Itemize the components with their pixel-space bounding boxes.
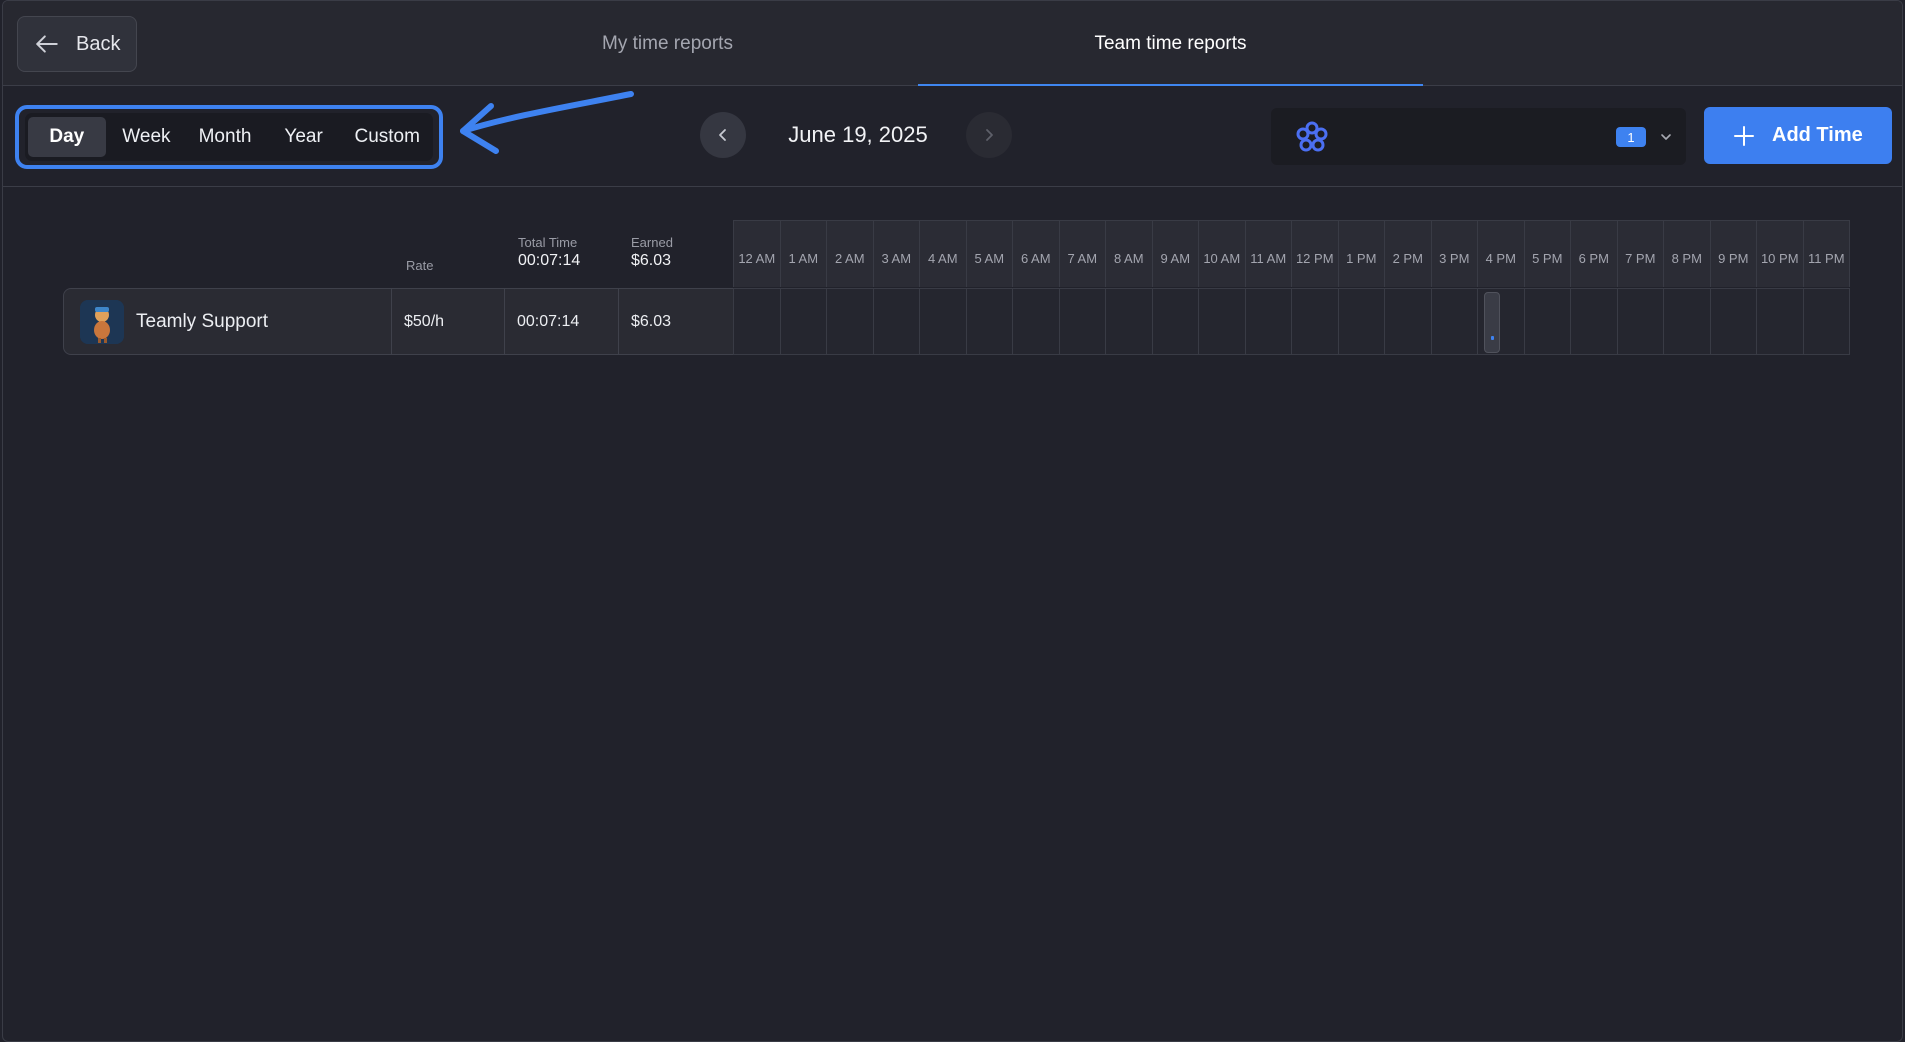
chevron-left-icon [719, 129, 726, 141]
period-year-button[interactable]: Year [263, 117, 345, 157]
timeline-slot[interactable] [1385, 289, 1432, 354]
hour-label: 5 PM [1525, 221, 1571, 287]
timeline-slot[interactable] [1804, 289, 1850, 354]
timeline-slot[interactable] [1246, 289, 1292, 354]
back-button-label: Back [76, 32, 121, 55]
timeline-slot[interactable] [734, 289, 781, 354]
hour-label: 12 AM [734, 221, 781, 287]
next-date-button[interactable] [966, 112, 1012, 158]
timeline-slot[interactable] [781, 289, 827, 354]
timeline-slot[interactable] [1013, 289, 1060, 354]
report-toolbar: Day Week Month Year Custom June 19, 2025 [3, 86, 1902, 187]
row-timeline [733, 288, 1850, 355]
hour-label: 7 PM [1618, 221, 1664, 287]
timeline-slot[interactable] [1432, 289, 1478, 354]
hour-label: 3 PM [1432, 221, 1478, 287]
selected-count-badge: 1 [1616, 127, 1646, 147]
current-date: June 19, 2025 [788, 122, 928, 147]
hour-label: 10 PM [1757, 221, 1804, 287]
top-navigation: Back My time reports Team time reports [3, 1, 1902, 87]
timeline-slot[interactable] [874, 289, 920, 354]
chevron-down-icon [1661, 134, 1671, 140]
total-time-header-value: 00:07:14 [518, 252, 581, 269]
hour-label: 1 AM [781, 221, 827, 287]
rate-header: Rate [406, 258, 434, 273]
timeline-slot[interactable] [1478, 289, 1525, 354]
period-month-button[interactable]: Month [187, 117, 263, 157]
annotation-arrow-icon [460, 91, 634, 154]
flower-logo-icon [1296, 121, 1328, 152]
arrow-left-icon [36, 35, 58, 53]
hour-label: 2 PM [1385, 221, 1432, 287]
hour-label: 1 PM [1339, 221, 1385, 287]
hour-label: 4 PM [1478, 221, 1525, 287]
app-window: Back My time reports Team time reports D… [2, 0, 1903, 1042]
tab-team-time-reports[interactable]: Team time reports [918, 1, 1423, 87]
member-name-cell: Teamly Support [64, 289, 392, 354]
timeline-slot[interactable] [1106, 289, 1153, 354]
timeline-slot[interactable] [1339, 289, 1385, 354]
timeline-slot[interactable] [1757, 289, 1804, 354]
previous-date-button[interactable] [700, 112, 746, 158]
timeline-slot[interactable] [1199, 289, 1246, 354]
member-name: Teamly Support [136, 310, 269, 332]
hour-label: 7 AM [1060, 221, 1106, 287]
time-entry-bar[interactable] [1484, 292, 1500, 353]
hour-label: 2 AM [827, 221, 874, 287]
earned-header-label: Earned [631, 235, 673, 250]
add-time-label: Add Time [1772, 124, 1863, 146]
hour-label: 6 PM [1571, 221, 1618, 287]
tab-my-time-reports[interactable]: My time reports [416, 1, 919, 86]
timeline-slot[interactable] [967, 289, 1013, 354]
row-info: Teamly Support $50/h 00:07:14 $6.03 [63, 288, 734, 355]
team-select-dropdown[interactable]: 1 [1271, 108, 1686, 165]
timeline-hour-header: 12 AM 1 AM 2 AM 3 AM 4 AM 5 AM 6 AM 7 AM 8 AM 9 A… [733, 220, 1850, 287]
total-time-header: Total Time 00:07:14 [518, 235, 580, 270]
timeline-slot[interactable] [827, 289, 874, 354]
hour-label: 11 PM [1807, 250, 1845, 266]
table-row[interactable]: Teamly Support $50/h 00:07:14 $6.03 [63, 288, 1850, 355]
timeline-slot[interactable] [1664, 289, 1711, 354]
hour-label: 4 AM [920, 221, 967, 287]
earned-cell: $6.03 [631, 312, 672, 330]
hour-label: 9 PM [1711, 221, 1757, 287]
timeline-slot[interactable] [1292, 289, 1339, 354]
hour-label: 5 AM [967, 221, 1013, 287]
period-selector: Day Week Month Year Custom [25, 113, 433, 161]
hour-label: 11 AM [1246, 221, 1292, 287]
timeline-slot[interactable] [1618, 289, 1664, 354]
timeline-slot[interactable] [1153, 289, 1199, 354]
timeline-slot[interactable] [1525, 289, 1571, 354]
hour-label: 8 PM [1664, 221, 1711, 287]
period-day-button[interactable]: Day [28, 117, 106, 157]
total-time-cell: 00:07:14 [505, 289, 619, 354]
timeline-slot[interactable] [1711, 289, 1757, 354]
hour-label: 12 PM [1292, 221, 1339, 287]
earned-header: Earned $6.03 [631, 235, 673, 270]
timeline-slot[interactable] [1571, 289, 1618, 354]
hour-label: 10 AM [1199, 221, 1246, 287]
total-time-header-label: Total Time [518, 235, 578, 250]
hour-label: 6 AM [1013, 221, 1060, 287]
hour-label: 9 AM [1153, 221, 1199, 287]
hour-label: 8 AM [1106, 221, 1153, 287]
timeline-slot[interactable] [920, 289, 967, 354]
hour-label: 3 AM [874, 221, 920, 287]
mascot-avatar-icon [80, 299, 124, 344]
timeline-slot[interactable] [1060, 289, 1106, 354]
period-custom-button[interactable]: Custom [344, 117, 430, 157]
add-time-button[interactable]: Add Time [1704, 107, 1892, 164]
chevron-right-icon [986, 129, 993, 141]
rate-cell: $50/h [392, 289, 505, 354]
period-week-button[interactable]: Week [106, 117, 188, 157]
back-button[interactable]: Back [17, 16, 137, 72]
earned-header-value: $6.03 [631, 252, 672, 269]
avatar [80, 299, 124, 344]
plus-icon [1734, 125, 1754, 146]
